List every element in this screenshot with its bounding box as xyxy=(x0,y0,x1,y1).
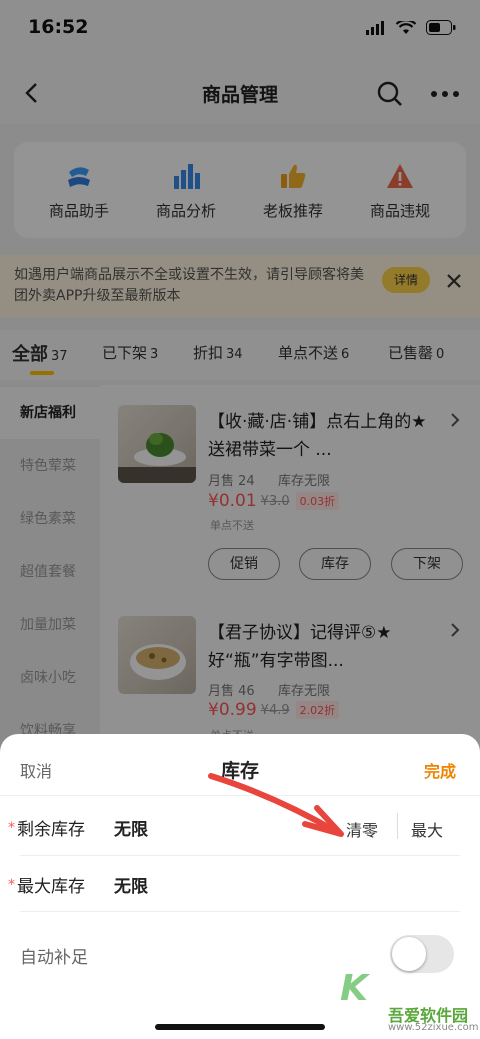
watermark-logo: K xyxy=(340,968,368,1009)
max-stock-label: 最大库存 xyxy=(17,877,85,897)
divider xyxy=(20,911,460,912)
required-mark: * xyxy=(8,876,15,893)
toggle-knob xyxy=(392,937,426,971)
remaining-stock-input[interactable]: 无限 xyxy=(114,815,148,840)
max-stock-button[interactable]: 最大 xyxy=(411,817,443,841)
required-mark: * xyxy=(8,819,15,836)
annotation-arrow-icon xyxy=(208,773,344,837)
done-button[interactable]: 完成 xyxy=(424,758,456,782)
max-stock-input[interactable]: 无限 xyxy=(114,872,148,897)
remaining-stock-label: 剩余库存 xyxy=(17,820,85,840)
home-indicator[interactable] xyxy=(155,1024,325,1030)
remaining-stock-row: * 剩余库存 xyxy=(8,815,85,841)
auto-refill-label: 自动补足 xyxy=(20,948,88,968)
divider xyxy=(397,813,398,839)
divider xyxy=(20,855,460,856)
watermark-url: www.52zixue.com xyxy=(388,1022,479,1033)
max-stock-row: * 最大库存 xyxy=(8,872,85,898)
